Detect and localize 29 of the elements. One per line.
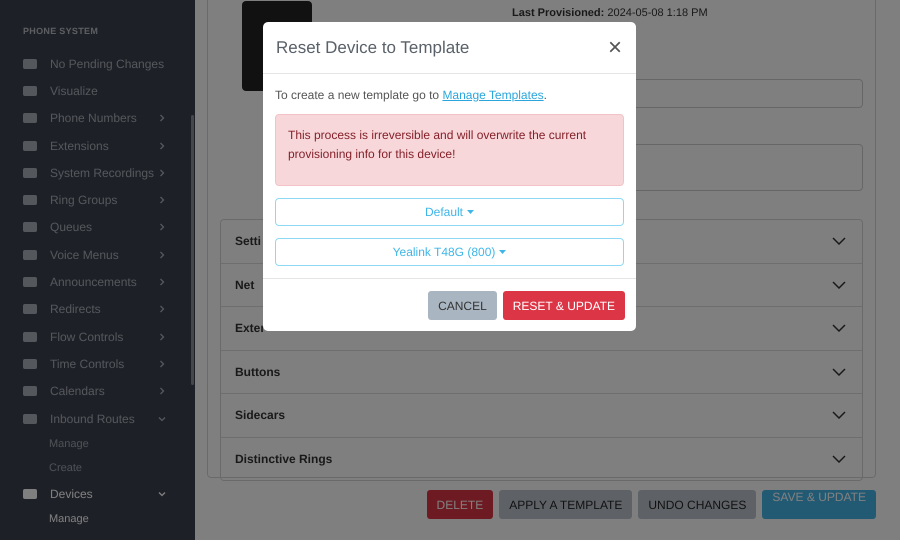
action-button[interactable]: SAVE & UPDATE	[762, 490, 876, 519]
template-dropdown[interactable]: Yealink T48G (800)	[275, 238, 624, 266]
last-provisioned: Last Provisioned: 2024-05-08 1:18 PM	[512, 7, 709, 19]
section-title: PHONE SYSTEM	[22, 26, 100, 36]
modal-button[interactable]: RESET & UPDATE	[502, 291, 625, 320]
chevron-down-icon	[832, 368, 846, 376]
caret-icon	[467, 210, 474, 214]
sidebar-item[interactable]: Devices	[0, 480, 195, 508]
caret-icon	[499, 250, 506, 254]
chevron-down-icon	[832, 237, 846, 246]
template-hint: To create a new template go to Manage Templates.	[275, 88, 548, 102]
modal-button[interactable]: CANCEL	[428, 291, 497, 320]
close-button[interactable]: ×	[604, 36, 626, 60]
action-button[interactable]: DELETE	[426, 490, 494, 519]
accordion-header[interactable]: Distinctive Rings	[221, 438, 862, 480]
chevron-down-icon	[832, 324, 846, 332]
manage-templates-link[interactable]: Manage Templates	[442, 88, 544, 102]
warning-alert: This process is irreversible and will overwrite the current provisioning info for this device!	[275, 114, 624, 186]
action-button[interactable]: APPLY A TEMPLATE	[499, 490, 632, 519]
modal-title: Reset Device to Template	[276, 38, 470, 58]
scrollbar[interactable]	[191, 115, 194, 385]
accordion-header[interactable]: Buttons	[221, 350, 862, 394]
template-dropdown[interactable]: Default	[275, 198, 624, 226]
chevron-down-icon	[832, 454, 846, 463]
accordion-header[interactable]: Sidecars	[221, 394, 862, 438]
chevron-down-icon	[832, 280, 846, 289]
action-button[interactable]: UNDO CHANGES	[638, 490, 756, 519]
chevron-down-icon	[832, 411, 846, 420]
sidebar-subitem[interactable]: Manage	[0, 507, 195, 532]
